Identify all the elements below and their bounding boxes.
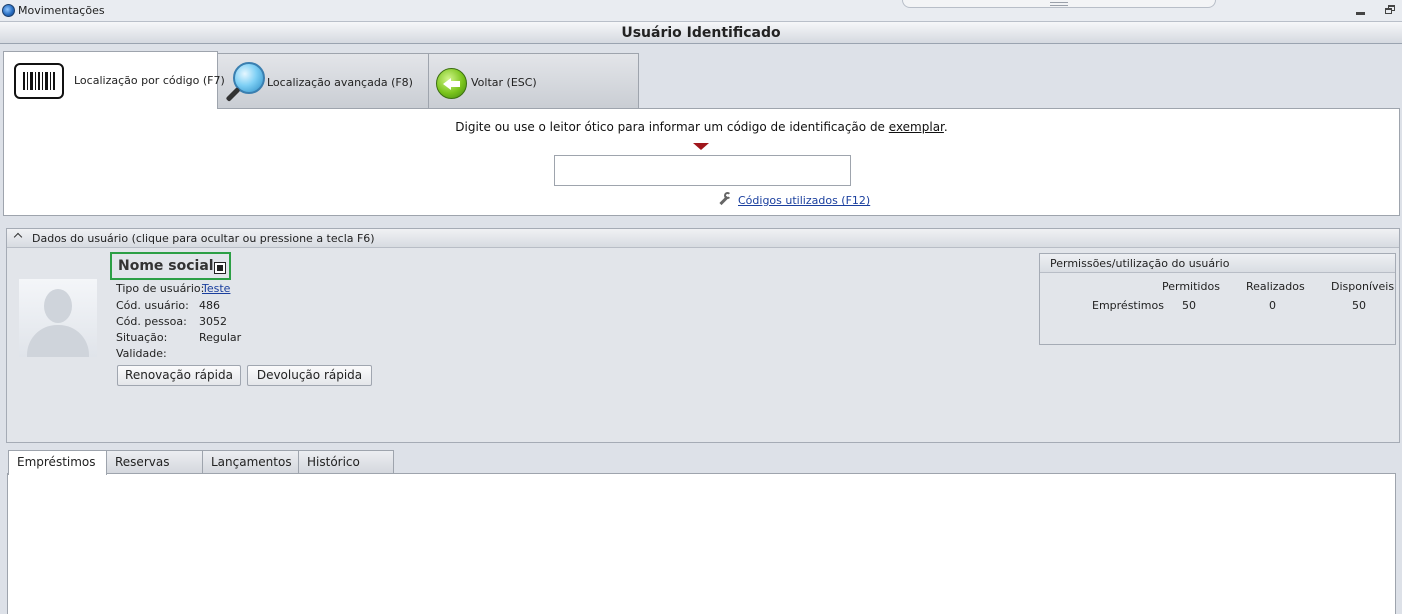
status-value: Regular <box>199 331 242 344</box>
chevron-up-icon <box>13 232 23 242</box>
permissions-title: Permissões/utilização do usuário <box>1040 254 1395 273</box>
tab-content-area <box>7 473 1396 614</box>
tab-label: Localização por código (F7) <box>74 74 225 87</box>
code-search-panel: Digite ou use o leitor ótico para inform… <box>3 108 1400 216</box>
back-arrow-icon <box>436 68 467 99</box>
search-instruction: Digite ou use o leitor ótico para inform… <box>4 120 1399 134</box>
barcode-icon <box>14 63 64 99</box>
tab-location-by-code[interactable]: Localização por código (F7) <box>3 51 225 109</box>
id-card-icon[interactable] <box>214 262 226 274</box>
tab-loans[interactable]: Empréstimos <box>8 450 107 475</box>
user-code-label: Cód. usuário: <box>116 299 189 312</box>
social-name-box: Nome social <box>110 252 231 280</box>
tab-reservations[interactable]: Reservas <box>106 450 203 474</box>
tab-label: Localização avançada (F8) <box>267 76 413 89</box>
minimize-icon[interactable] <box>1356 12 1365 15</box>
validity-label: Validade: <box>116 347 167 360</box>
permissions-done-value: 0 <box>1269 299 1276 312</box>
tab-label: Voltar (ESC) <box>471 76 537 89</box>
tab-history[interactable]: Histórico <box>298 450 394 474</box>
instruction-text: Digite ou use o leitor ótico para inform… <box>455 120 889 134</box>
avatar <box>19 279 97 357</box>
person-code-label: Cód. pessoa: <box>116 315 187 328</box>
permissions-available-value: 50 <box>1352 299 1366 312</box>
wrench-icon <box>718 192 734 208</box>
tab-back[interactable]: Voltar (ESC) <box>428 53 639 109</box>
user-data-panel: Dados do usuário (clique para ocultar ou… <box>6 228 1400 443</box>
used-codes-link[interactable]: Códigos utilizados (F12) <box>738 194 870 207</box>
status-label: Situação: <box>116 331 168 344</box>
tab-advanced-location[interactable]: Localização avançada (F8) <box>217 53 429 109</box>
permissions-box: Permissões/utilização do usuário Permiti… <box>1039 253 1396 345</box>
page-header: Usuário Identificado <box>0 22 1402 44</box>
top-tab-bar: Localização por código (F7) Localização … <box>0 51 1402 109</box>
user-code-value: 486 <box>199 299 220 312</box>
quick-return-button[interactable]: Devolução rápida <box>247 365 372 386</box>
restore-window-icon[interactable] <box>1385 5 1395 15</box>
arrow-down-icon <box>693 143 709 150</box>
quick-renewal-button[interactable]: Renovação rápida <box>117 365 241 386</box>
social-name: Nome social <box>118 258 214 274</box>
page-title: Usuário Identificado <box>621 25 781 41</box>
user-type-label: Tipo de usuário: <box>116 282 205 295</box>
bottom-tab-bar: Empréstimos Reservas Lançamentos Históri… <box>8 450 408 475</box>
window-title: Movimentações <box>18 4 105 17</box>
tab-entries[interactable]: Lançamentos <box>202 450 299 474</box>
user-panel-header[interactable]: Dados do usuário (clique para ocultar ou… <box>7 229 1399 248</box>
instruction-end: . <box>943 120 948 134</box>
permissions-col-available: Disponíveis <box>1331 280 1395 293</box>
code-input[interactable] <box>554 155 851 186</box>
magnifier-icon <box>223 62 271 106</box>
permissions-col-done: Realizados <box>1246 280 1305 293</box>
person-code-value: 3052 <box>199 315 227 328</box>
permissions-row-label: Empréstimos <box>1092 299 1164 312</box>
grip-icon <box>1050 2 1068 6</box>
instruction-keyword: exemplar <box>888 120 944 134</box>
window-titlebar: Movimentações <box>0 0 1402 22</box>
permissions-col-allowed: Permitidos <box>1162 280 1220 293</box>
permissions-allowed-value: 50 <box>1182 299 1196 312</box>
user-type-link[interactable]: Teste <box>202 282 230 295</box>
app-logo-icon <box>2 4 15 17</box>
user-panel-title: Dados do usuário (clique para ocultar ou… <box>32 232 375 245</box>
